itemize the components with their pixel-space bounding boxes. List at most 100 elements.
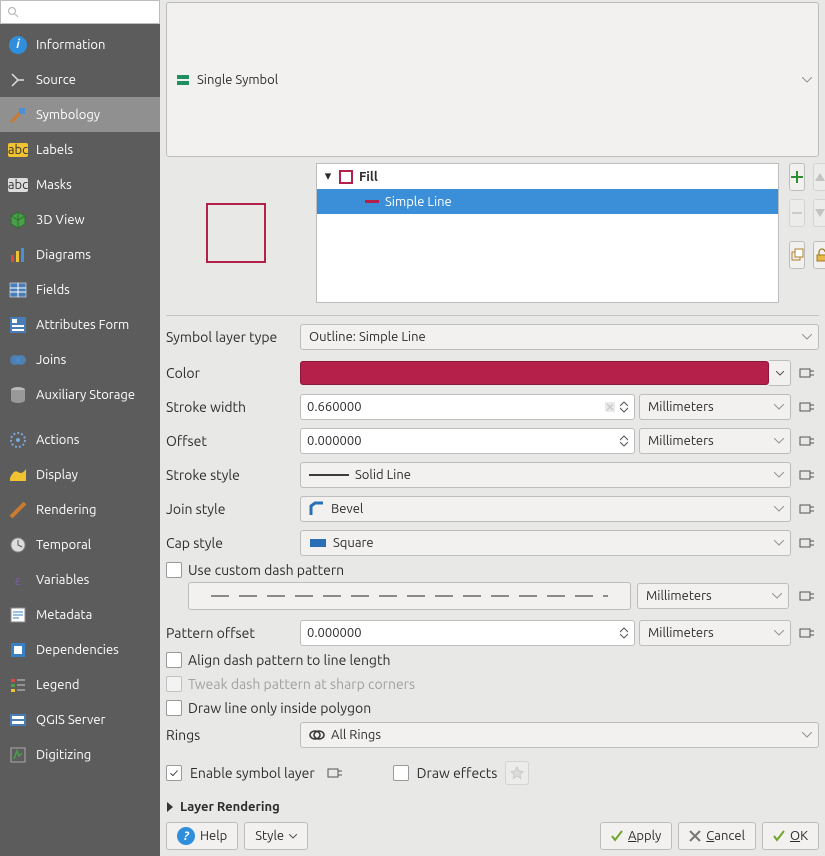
cancel-button[interactable]: Cancel [678,822,756,850]
align-dash-checkbox[interactable] [166,652,182,668]
lock-layer-button[interactable] [813,241,825,269]
data-defined-icon [799,589,815,603]
stroke-width-unit-combo[interactable]: Millimeters [639,394,791,420]
svg-text:abc: abc [8,178,28,192]
inside-polygon-checkbox[interactable] [166,700,182,716]
sidebar-item-qgis-server[interactable]: QGIS Server [0,702,160,737]
pattern-offset-override-button[interactable] [795,620,819,646]
sidebar-item-attributes-form[interactable]: Attributes Form [0,307,160,342]
sidebar-item-temporal[interactable]: Temporal [0,527,160,562]
3d-view-icon [8,210,28,230]
color-label: Color [166,365,294,381]
sidebar-item-digitizing[interactable]: Digitizing [0,737,160,772]
sidebar-item-actions[interactable]: Actions [0,422,160,457]
duplicate-icon [790,248,804,262]
cap-style-label: Cap style [166,535,294,551]
attributes-form-icon [8,315,28,335]
stroke-width-override-button[interactable] [795,394,819,420]
sidebar-item-symbology[interactable]: Symbology [0,97,160,132]
sidebar-item-label: Actions [36,433,79,447]
info-icon: i [8,35,28,55]
dash-override-button[interactable] [795,583,819,609]
draw-effects-checkbox[interactable] [393,765,409,781]
sidebar-item-joins[interactable]: Joins [0,342,160,377]
color-override-button[interactable] [795,360,819,386]
sidebar-item-3d-view[interactable]: 3D View [0,202,160,237]
add-layer-button[interactable] [789,163,805,191]
enable-symbol-layer-checkbox[interactable] [166,765,182,781]
square-cap-icon [309,537,327,549]
sidebar-item-metadata[interactable]: Metadata [0,597,160,632]
spin-down-icon[interactable] [620,633,628,639]
sidebar-item-information[interactable]: iInformation [0,27,160,62]
spin-down-icon[interactable] [620,441,628,447]
joins-icon [8,350,28,370]
sidebar-item-fields[interactable]: Fields [0,272,160,307]
cap-style-override-button[interactable] [795,530,819,556]
sidebar: iInformationSourceSymbologyabcLabelsabcM… [0,0,160,856]
move-up-button [813,163,825,191]
sidebar-item-labels[interactable]: abcLabels [0,132,160,167]
rings-value: All Rings [331,728,381,742]
apply-button[interactable]: Apply [600,822,672,850]
help-icon: ? [177,827,195,845]
pattern-offset-unit-combo[interactable]: Millimeters [639,620,791,646]
layer-rendering-section[interactable]: Layer Rendering [166,800,819,814]
offset-label: Offset [166,433,294,449]
sidebar-item-masks[interactable]: abcMasks [0,167,160,202]
offset-override-button[interactable] [795,428,819,454]
sidebar-item-variables[interactable]: εVariables [0,562,160,597]
tree-row-fill[interactable]: ▾ Fill [317,164,778,189]
data-defined-icon [799,434,815,448]
pattern-offset-input[interactable]: 0.000000 [300,620,635,646]
cap-style-combo[interactable]: Square [300,530,791,556]
sidebar-item-legend[interactable]: Legend [0,667,160,702]
sidebar-item-diagrams[interactable]: Diagrams [0,237,160,272]
dash-pattern-button[interactable] [188,582,631,610]
offset-unit-combo[interactable]: Millimeters [639,428,791,454]
renderer-type-combo[interactable]: Single Symbol [166,2,819,157]
ok-button[interactable]: OK [762,822,819,850]
rings-combo[interactable]: All Rings [300,722,819,748]
style-button[interactable]: Style [244,822,308,850]
custom-dash-checkbox[interactable] [166,562,182,578]
tree-row-simple-line[interactable]: Simple Line [317,189,778,214]
enable-layer-override-button[interactable] [323,760,347,786]
source-icon [8,70,28,90]
color-dropdown-button[interactable] [769,360,791,386]
symbol-layer-tree[interactable]: ▾ Fill Simple Line [316,163,779,303]
stroke-style-combo[interactable]: Solid Line [300,462,791,488]
dash-preview-icon [211,595,608,597]
custom-dash-label: Use custom dash pattern [188,562,344,578]
sidebar-item-label: Diagrams [36,248,91,262]
sidebar-item-rendering[interactable]: Rendering [0,492,160,527]
help-button[interactable]: ? Help [166,822,238,850]
sidebar-item-label: Display [36,468,78,482]
renderer-type-label: Single Symbol [197,73,278,87]
duplicate-layer-button[interactable] [789,241,805,269]
color-picker[interactable] [300,361,769,385]
join-style-combo[interactable]: Bevel [300,496,791,522]
dash-unit-combo[interactable]: Millimeters [637,583,789,609]
sidebar-item-label: Metadata [36,608,92,622]
stroke-style-override-button[interactable] [795,462,819,488]
labels-icon: abc [8,140,28,160]
sidebar-item-auxiliary-storage[interactable]: Auxiliary Storage [0,377,160,412]
check-icon [773,830,785,842]
join-style-override-button[interactable] [795,496,819,522]
sidebar-search-input[interactable] [0,0,160,24]
offset-input[interactable]: 0.000000 [300,428,635,454]
sidebar-item-dependencies[interactable]: Dependencies [0,632,160,667]
collapse-icon[interactable]: ▾ [323,169,333,184]
sidebar-item-display[interactable]: Display [0,457,160,492]
spin-down-icon[interactable] [620,407,628,413]
offset-value: 0.000000 [307,434,362,448]
stroke-width-value: 0.660000 [307,400,362,414]
symbol-layer-type-combo[interactable]: Outline: Simple Line [300,324,819,350]
style-button-label: Style [255,829,284,843]
clear-icon[interactable] [604,401,616,413]
chevron-down-icon [802,334,812,340]
stroke-width-input[interactable]: 0.660000 [300,394,635,420]
sidebar-item-source[interactable]: Source [0,62,160,97]
data-defined-icon [799,626,815,640]
